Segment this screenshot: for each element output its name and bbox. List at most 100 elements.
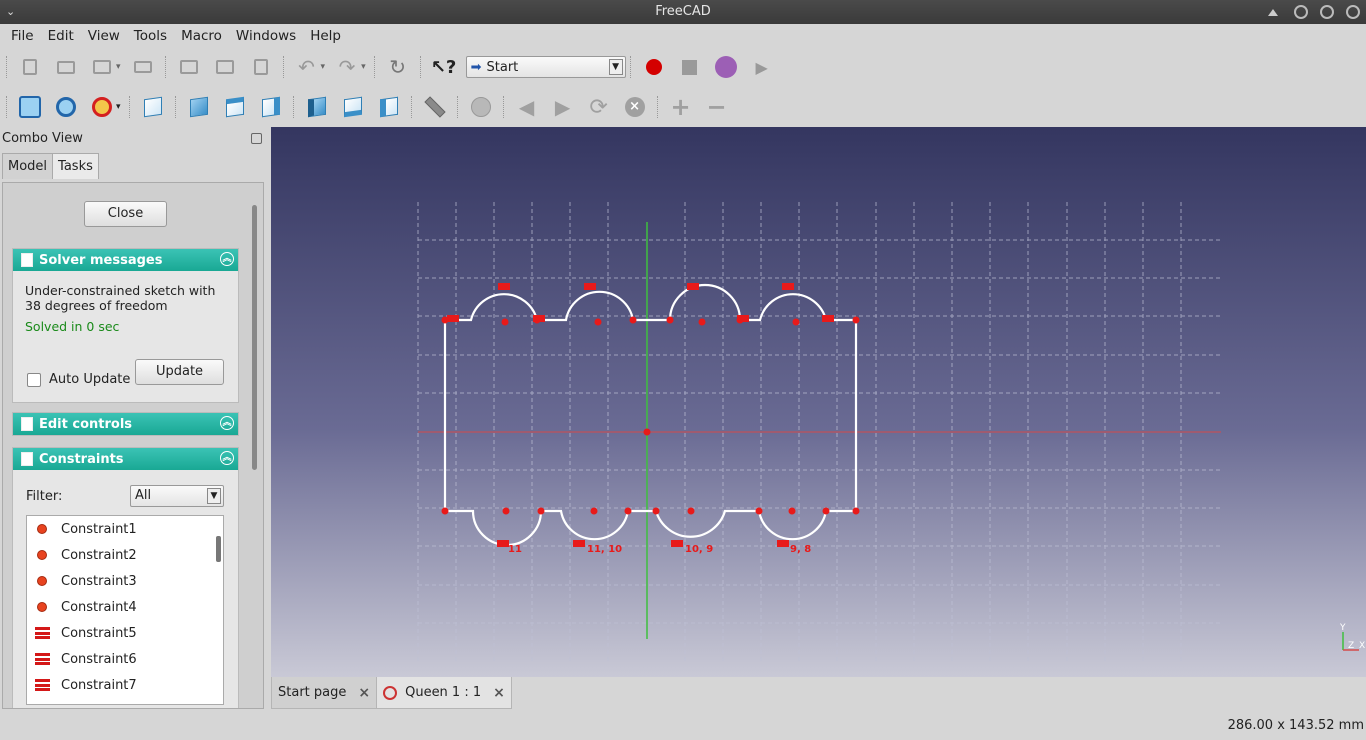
measure-distance-icon[interactable]: [422, 94, 448, 120]
macro-run-icon[interactable]: ▶: [749, 54, 775, 80]
whats-this-icon[interactable]: ↖?: [431, 54, 457, 80]
tab-queen[interactable]: Queen 1 : 1 ×: [376, 677, 512, 709]
sketch-point[interactable]: [852, 507, 860, 515]
equal-constraint-marker[interactable]: [822, 315, 834, 322]
open-file-icon[interactable]: [53, 54, 79, 80]
sketch-point[interactable]: [788, 507, 796, 515]
sketch-point[interactable]: [501, 318, 509, 326]
toolbar-handle[interactable]: [6, 56, 8, 78]
sketch-point[interactable]: [687, 507, 695, 515]
save-dropdown-icon[interactable]: ▾: [116, 62, 121, 72]
fit-selection-icon[interactable]: [53, 94, 79, 120]
list-item[interactable]: Constraint2: [27, 542, 223, 568]
constraint-list-scrollbar[interactable]: [216, 536, 221, 562]
close-window-button[interactable]: [1346, 5, 1360, 19]
rear-view-icon[interactable]: [304, 94, 330, 120]
top-view-icon[interactable]: [222, 94, 248, 120]
list-item[interactable]: Constraint5: [27, 620, 223, 646]
zoom-out-icon[interactable]: −: [704, 93, 730, 121]
workbench-selector[interactable]: ➡ Start ▼: [465, 56, 626, 78]
list-item[interactable]: Constraint6: [27, 646, 223, 672]
auto-update-checkbox[interactable]: [27, 372, 41, 387]
draw-style-icon[interactable]: [89, 94, 115, 120]
menu-edit[interactable]: Edit: [41, 28, 81, 44]
collapse-icon[interactable]: ︽: [220, 416, 234, 430]
undo-icon[interactable]: ↶: [294, 54, 320, 80]
task-panel-scrollbar[interactable]: [252, 205, 257, 470]
equal-constraint-marker[interactable]: [687, 283, 699, 290]
collapse-icon[interactable]: ︽: [220, 451, 234, 465]
equal-constraint-marker[interactable]: [573, 540, 585, 547]
equal-constraint-marker[interactable]: [447, 315, 459, 322]
list-item[interactable]: Constraint7: [27, 672, 223, 698]
paste-icon[interactable]: [248, 54, 274, 80]
list-item[interactable]: Constraint3: [27, 568, 223, 594]
menu-help[interactable]: Help: [303, 28, 348, 44]
close-tab-icon[interactable]: ×: [358, 685, 370, 701]
sketch-canvas[interactable]: 11 11, 10 10, 9 9, 8 Y Z X: [271, 127, 1366, 677]
sketch-point[interactable]: [441, 507, 449, 515]
float-panel-icon[interactable]: [251, 133, 262, 144]
edit-controls-header[interactable]: Edit controls ︽: [13, 413, 238, 435]
menu-windows[interactable]: Windows: [229, 28, 303, 44]
redo-icon[interactable]: ↷: [334, 54, 360, 80]
fit-all-icon[interactable]: [17, 94, 43, 120]
back-icon[interactable]: ◀: [514, 94, 540, 120]
cut-icon[interactable]: [176, 54, 202, 80]
solver-messages-header[interactable]: Solver messages ︽: [13, 249, 238, 271]
tab-model[interactable]: Model: [2, 153, 54, 179]
isometric-view-icon[interactable]: [140, 94, 166, 120]
copy-icon[interactable]: [212, 54, 238, 80]
redo-dropdown-icon[interactable]: ▾: [361, 62, 366, 72]
macro-record-icon[interactable]: [641, 54, 667, 80]
menu-file[interactable]: File: [4, 28, 41, 44]
save-file-icon[interactable]: [89, 54, 115, 80]
close-button[interactable]: Close: [84, 201, 167, 227]
sketch-point[interactable]: [502, 507, 510, 515]
bottom-view-icon[interactable]: [340, 94, 366, 120]
sketch-point[interactable]: [652, 507, 660, 515]
forward-icon[interactable]: ▶: [550, 94, 576, 120]
sketch-point[interactable]: [624, 507, 632, 515]
sketch-point[interactable]: [666, 316, 674, 324]
new-file-icon[interactable]: [17, 54, 43, 80]
undo-dropdown-icon[interactable]: ▾: [321, 62, 326, 72]
close-tab-icon[interactable]: ×: [493, 685, 505, 701]
update-button[interactable]: Update: [135, 359, 224, 385]
window-menu-icon[interactable]: ⌄: [6, 0, 15, 24]
list-item[interactable]: Constraint4: [27, 594, 223, 620]
equal-constraint-marker[interactable]: [782, 283, 794, 290]
tab-start-page[interactable]: Start page ×: [271, 677, 378, 709]
maximize-button[interactable]: [1320, 5, 1334, 19]
left-view-icon[interactable]: [376, 94, 402, 120]
list-item[interactable]: Constraint1: [27, 516, 223, 542]
menu-tools[interactable]: Tools: [127, 28, 174, 44]
web-browser-icon[interactable]: [468, 94, 494, 120]
equal-constraint-marker[interactable]: [584, 283, 596, 290]
toolbar-handle[interactable]: [6, 96, 8, 118]
macro-stop-icon[interactable]: [677, 54, 703, 80]
draw-style-dropdown-icon[interactable]: ▾: [116, 102, 121, 112]
macro-editor-icon[interactable]: [713, 54, 739, 80]
sketch-point[interactable]: [698, 318, 706, 326]
equal-constraint-marker[interactable]: [777, 540, 789, 547]
3d-viewport[interactable]: 11 11, 10 10, 9 9, 8 Y Z X: [271, 127, 1366, 677]
sketch-point[interactable]: [755, 507, 763, 515]
refresh-icon[interactable]: ↻: [385, 54, 411, 80]
equal-constraint-marker[interactable]: [533, 315, 545, 322]
print-icon[interactable]: [130, 54, 156, 80]
sketch-point[interactable]: [852, 316, 860, 324]
menu-macro[interactable]: Macro: [174, 28, 229, 44]
equal-constraint-marker[interactable]: [737, 315, 749, 322]
sketch-point[interactable]: [590, 507, 598, 515]
menu-view[interactable]: View: [81, 28, 127, 44]
front-view-icon[interactable]: [186, 94, 212, 120]
equal-constraint-marker[interactable]: [671, 540, 683, 547]
shade-icon[interactable]: [1268, 8, 1278, 16]
filter-select[interactable]: All ▼: [130, 485, 224, 507]
constraints-header[interactable]: Constraints ︽: [13, 448, 238, 470]
collapse-icon[interactable]: ︽: [220, 252, 234, 266]
stop-icon[interactable]: ×: [622, 94, 648, 120]
auto-update-toggle[interactable]: Auto Update: [27, 372, 130, 387]
zoom-in-icon[interactable]: +: [668, 93, 694, 121]
